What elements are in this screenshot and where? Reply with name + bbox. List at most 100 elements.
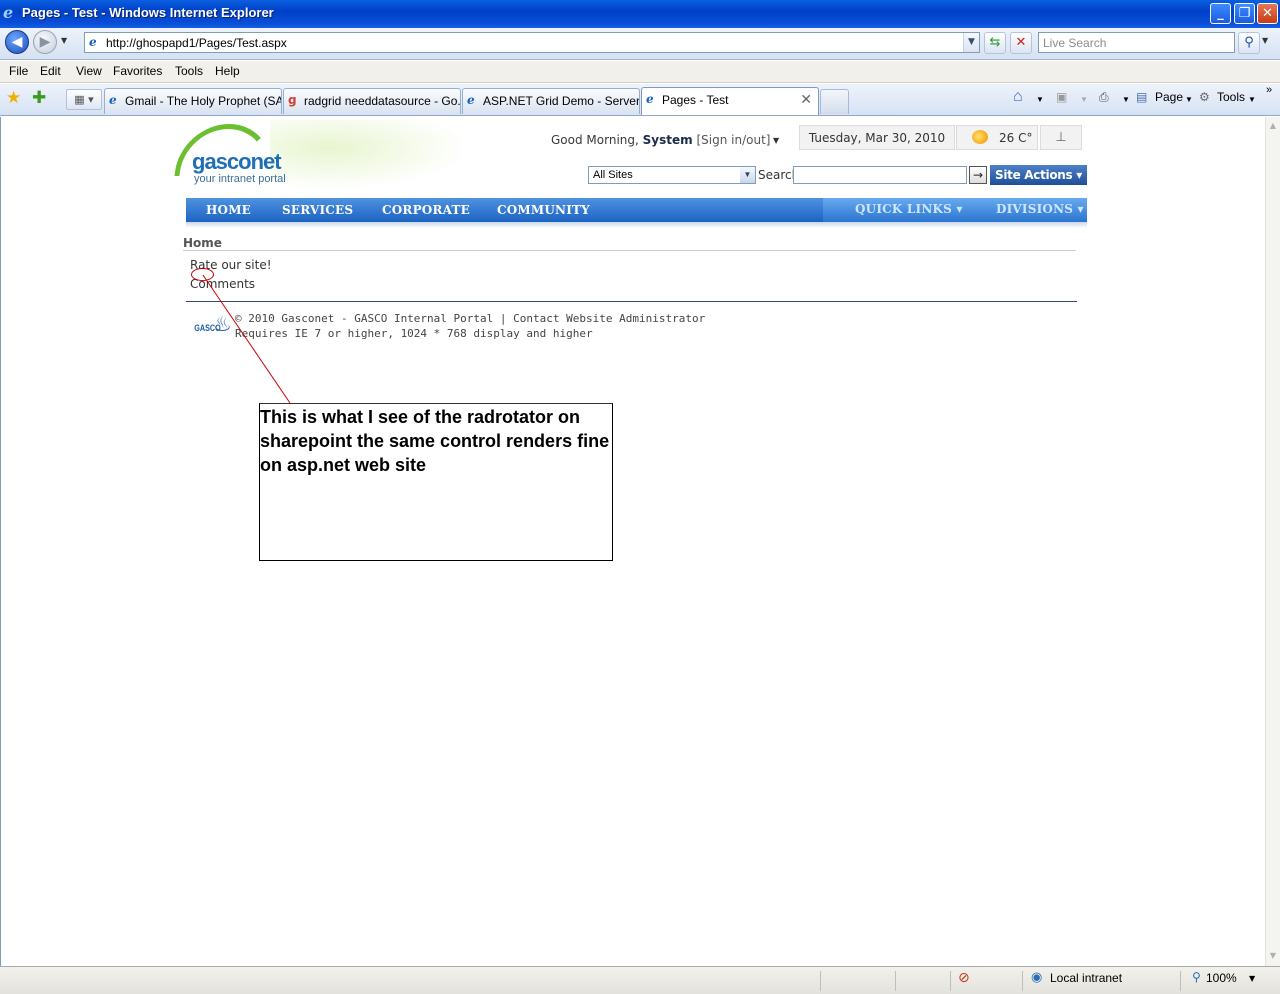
print-icon[interactable]: ⎙ (1099, 90, 1109, 105)
lamp-icon[interactable]: ⊥ (1040, 125, 1082, 150)
address-dropdown-icon[interactable]: ▼ (963, 33, 979, 52)
tools-dropdown-icon[interactable]: ▼ (1248, 95, 1256, 104)
gear-icon: ⚙ (1199, 90, 1210, 104)
nav-shadow (186, 222, 1087, 228)
zoom-level[interactable]: 100% (1206, 971, 1237, 985)
ie-page-icon: e (109, 93, 117, 107)
window-title: Pages - Test - Windows Internet Explorer (22, 5, 274, 20)
address-field[interactable]: e http://ghospapd1/Pages/Test.aspx ▼ (84, 32, 980, 53)
tab-label: radgrid needdatasource - Go... (304, 94, 461, 108)
vertical-scrollbar[interactable]: ▲ ▼ (1265, 117, 1280, 966)
nav-corporate[interactable]: CORPORATE (382, 203, 470, 217)
quick-tabs-button[interactable]: ▦ ▾ (66, 89, 102, 110)
zoom-icon: ⚲ (1192, 970, 1201, 984)
greeting-prefix: Good Morning, (551, 133, 639, 147)
stop-button[interactable]: ✕ (1010, 32, 1032, 54)
tab-google-search[interactable]: g radgrid needdatasource - Go... (283, 88, 461, 114)
address-text[interactable]: http://ghospapd1/Pages/Test.aspx (106, 36, 287, 50)
nav-community[interactable]: COMMUNITY (497, 203, 590, 217)
close-button[interactable]: ✕ (1257, 3, 1278, 24)
home-icon[interactable]: ⌂ (1013, 88, 1023, 106)
maximize-button[interactable]: ❐ (1234, 3, 1255, 24)
title-bar: e Pages - Test - Windows Internet Explor… (0, 0, 1280, 28)
feeds-icon[interactable]: ▣ (1056, 90, 1067, 104)
search-scope-value: All Sites (593, 169, 633, 181)
nav-services[interactable]: SERVICES (282, 203, 353, 217)
status-separator (950, 971, 951, 991)
search-icon[interactable]: ⚲ (1238, 32, 1260, 54)
page-icon: e (89, 35, 97, 49)
refresh-button[interactable]: ⇆ (984, 32, 1006, 54)
ie-page-icon: e (467, 93, 475, 107)
nav-quick-links[interactable]: QUICK LINKS ▾ (855, 202, 963, 216)
zoom-dropdown-icon[interactable]: ▼ (1249, 974, 1255, 983)
annotation-callout: This is what I see of the radrotator on … (259, 403, 613, 561)
logo-tagline: your intranet portal (194, 173, 286, 185)
sign-in-out-link[interactable]: [Sign in/out] (696, 133, 770, 147)
forward-button[interactable]: ▶ (33, 30, 57, 54)
menu-favorites[interactable]: Favorites (113, 64, 162, 78)
footer-copyright[interactable]: © 2010 Gasconet - GASCO Internal Portal … (235, 312, 705, 325)
add-favorite-icon[interactable]: ✚ (32, 88, 46, 108)
feeds-dropdown-icon[interactable]: ▼ (1080, 95, 1088, 104)
nav-divisions[interactable]: DIVISIONS ▾ (996, 202, 1084, 216)
page-menu-icon: ▤ (1136, 90, 1148, 104)
print-dropdown-icon[interactable]: ▼ (1122, 95, 1130, 104)
menu-help[interactable]: Help (215, 64, 240, 78)
ie-page-icon: e (646, 92, 654, 106)
logo-part2: net (250, 149, 282, 174)
annotation-ellipse (191, 268, 214, 281)
site-logo[interactable]: gasconet (192, 149, 282, 175)
close-tab-icon[interactable]: ✕ (800, 91, 812, 108)
live-search-input[interactable]: Live Search (1038, 32, 1235, 53)
chevron-right-icon[interactable]: » (1266, 84, 1272, 96)
search-options-dropdown-icon[interactable]: ▼ (1262, 36, 1268, 45)
status-separator (1022, 971, 1023, 991)
page-dropdown-icon[interactable]: ▼ (1185, 95, 1193, 104)
search-scope-select[interactable]: All Sites ▼ (588, 166, 756, 184)
status-separator (820, 971, 821, 991)
google-icon: g (288, 93, 297, 107)
tab-label: ASP.NET Grid Demo - Server-... (483, 94, 640, 108)
page-menu[interactable]: Page (1155, 90, 1183, 104)
user-menu-dropdown-icon[interactable]: ▼ (773, 136, 779, 145)
footer-divider (186, 301, 1077, 302)
home-dropdown-icon[interactable]: ▼ (1036, 95, 1044, 104)
recent-pages-dropdown-icon[interactable]: ▼ (61, 36, 67, 45)
scroll-up-icon[interactable]: ▲ (1267, 119, 1279, 133)
scroll-down-icon[interactable]: ▼ (1267, 949, 1279, 963)
privacy-icon[interactable]: ⊘ (958, 970, 970, 986)
tab-grid-demo[interactable]: e ASP.NET Grid Demo - Server-... (462, 88, 640, 114)
back-button[interactable]: ◀ (5, 30, 29, 54)
search-go-button[interactable]: → (969, 166, 987, 184)
gasco-logo: GASCO ♨ (191, 312, 232, 340)
tab-gmail[interactable]: e Gmail - The Holy Prophet (SA... (104, 88, 282, 114)
breadcrumb[interactable]: Home (183, 236, 222, 250)
footer-requirements: Requires IE 7 or higher, 1024 * 768 disp… (235, 327, 593, 340)
favorites-star-icon[interactable]: ★ (6, 88, 21, 108)
menu-file[interactable]: File (9, 64, 28, 78)
sun-weather-icon (972, 130, 988, 144)
site-search-input[interactable] (793, 166, 967, 184)
tab-label: Pages - Test (662, 93, 729, 107)
tab-label: Gmail - The Holy Prophet (SA... (125, 94, 282, 108)
chevron-down-icon[interactable]: ▼ (740, 167, 755, 183)
minimize-button[interactable]: _ (1210, 3, 1231, 24)
menu-edit[interactable]: Edit (40, 64, 61, 78)
temperature: 26 C° (956, 125, 1038, 150)
globe-icon: ◉ (1031, 970, 1043, 985)
new-tab-button[interactable] (820, 89, 849, 114)
security-zone[interactable]: Local intranet (1050, 971, 1122, 985)
site-actions-button[interactable]: Site Actions ▾ (990, 165, 1087, 185)
tab-pages-test[interactable]: e Pages - Test ✕ (641, 87, 819, 115)
user-name[interactable]: System (643, 133, 693, 147)
flame-icon: ♨ (213, 312, 232, 336)
logo-part1: gasco (192, 149, 252, 174)
nav-home[interactable]: HOME (206, 203, 251, 217)
menu-tools[interactable]: Tools (175, 64, 203, 78)
menu-view[interactable]: View (76, 64, 102, 78)
tools-menu[interactable]: Tools (1217, 90, 1245, 104)
status-separator (895, 971, 896, 991)
ie-logo-icon: e (3, 3, 14, 22)
user-greeting: Good Morning, System [Sign in/out] (551, 133, 770, 147)
